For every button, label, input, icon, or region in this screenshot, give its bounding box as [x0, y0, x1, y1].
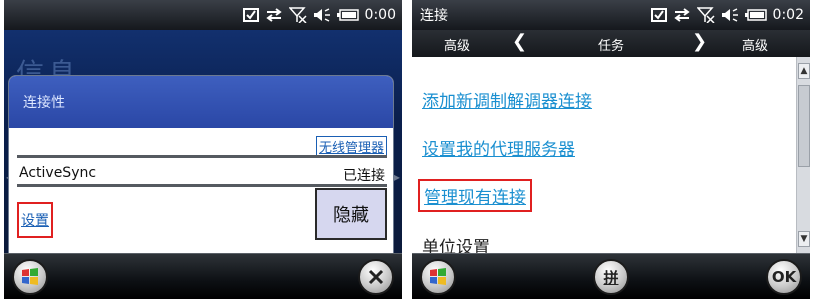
activesync-status: 已连接 — [343, 168, 385, 184]
status-icons: 0:00 — [242, 4, 396, 26]
input-method-label: 拼 — [603, 268, 619, 287]
battery-icon[interactable] — [336, 9, 359, 21]
set-proxy-server-link[interactable]: 设置我的代理服务器 — [422, 135, 575, 160]
clock[interactable]: 0:02 — [773, 7, 804, 23]
chevron-right-icon[interactable]: ❯ — [692, 31, 707, 52]
connectivity-dialog: 连接性 无线管理器 ActiveSync 已连接 设置 隐藏 — [8, 75, 394, 261]
settings-link[interactable]: 设置 — [17, 202, 53, 238]
status-icons: 0:02 — [650, 4, 804, 26]
status-bar: 0:00 — [4, 0, 402, 30]
bottom-bar: 拼 OK — [412, 253, 810, 299]
hide-button[interactable]: 隐藏 — [315, 188, 387, 240]
tab-advanced-right[interactable]: 高级 — [742, 35, 768, 54]
tab-advanced-left[interactable]: 高级 — [444, 35, 470, 54]
background: 信息 ◀ ▶ 连接性 无线管理器 ActiveSync 已连接 设置 隐藏 — [4, 30, 402, 261]
sync-arrows-icon[interactable] — [265, 8, 283, 22]
no-signal-icon[interactable] — [288, 7, 307, 23]
manage-existing-connections-link[interactable]: 管理现有连接 — [418, 179, 532, 212]
activesync-label: ActiveSync — [19, 165, 97, 181]
tab-nav: 高级 ❮ 任务 ❯ 高级 — [412, 30, 810, 57]
scroll-up-icon[interactable]: ▲ — [798, 63, 810, 79]
volume-icon[interactable] — [721, 8, 739, 22]
status-bar: 连接 0:02 — [412, 0, 810, 30]
notification-check-icon[interactable] — [650, 8, 667, 22]
divider — [17, 155, 387, 158]
dialog-title: 连接性 — [9, 76, 393, 128]
windows-start-icon[interactable] — [12, 259, 48, 295]
left-screen: 0:00 信息 ◀ ▶ 连接性 无线管理器 ActiveSync 已连接 设置 … — [4, 0, 402, 299]
divider — [17, 184, 387, 187]
tab-tasks[interactable]: 任务 — [598, 35, 624, 54]
task-list: 添加新调制解调器连接 设置我的代理服务器 管理现有连接 单位设置 — [412, 57, 796, 258]
notification-check-icon[interactable] — [242, 8, 259, 22]
ok-button[interactable]: OK — [766, 259, 802, 295]
battery-icon[interactable] — [744, 9, 767, 21]
close-icon[interactable] — [358, 259, 394, 295]
volume-icon[interactable] — [313, 8, 331, 22]
scroll-thumb[interactable] — [798, 85, 810, 167]
scrollbar[interactable]: ▲ ▼ — [796, 57, 810, 253]
no-signal-icon[interactable] — [696, 7, 715, 23]
chevron-left-icon[interactable]: ❮ — [512, 31, 527, 52]
scroll-down-icon[interactable]: ▼ — [798, 231, 810, 247]
input-method-button[interactable]: 拼 — [593, 259, 629, 295]
clock[interactable]: 0:00 — [365, 7, 396, 23]
add-modem-connection-link[interactable]: 添加新调制解调器连接 — [422, 87, 592, 112]
ok-label: OK — [771, 268, 797, 286]
windows-start-icon[interactable] — [420, 259, 456, 295]
sync-arrows-icon[interactable] — [673, 8, 691, 22]
wireless-manager-link[interactable]: 无线管理器 — [315, 136, 387, 157]
bottom-bar — [4, 253, 402, 299]
status-title: 连接 — [420, 8, 448, 24]
right-screen: 连接 0:02 高级 ❮ 任务 ❯ 高级 添加新调制解调器连接 设置我的代理服务… — [412, 0, 810, 299]
